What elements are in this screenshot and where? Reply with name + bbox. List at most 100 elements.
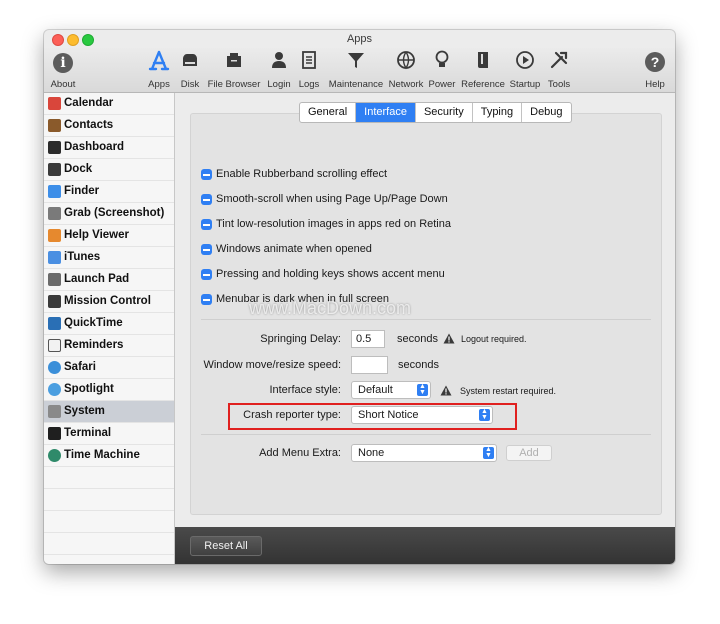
toolbar-reference[interactable]: Reference [460,50,506,90]
toolbar-file-browser[interactable]: File Browser [206,50,262,90]
sidebar-item-time-machine[interactable]: Time Machine [44,445,174,467]
sidebar-item-label: Launch Pad [64,273,130,285]
sidebar-item-reminders[interactable]: Reminders [44,335,174,357]
toolbar-network[interactable]: Network [387,50,425,90]
window-speed-field[interactable] [351,356,388,374]
sidebar-item-itunes[interactable]: iTunes [44,247,174,269]
sidebar-item-calendar[interactable]: Calendar [44,93,174,115]
lightbulb-icon [428,50,456,74]
sidebar-item-label: Safari [64,361,96,373]
toolbar-label: About [50,79,76,90]
toolbar-about[interactable]: i About [49,50,77,90]
sidebar-empty-row [44,489,174,511]
sidebar-item-label: Calendar [64,97,114,109]
system-icon [48,405,61,418]
sidebar-item-help-viewer[interactable]: Help Viewer [44,225,174,247]
checkbox-label: Enable Rubberband scrolling effect [216,168,388,180]
title-bar: Apps [44,30,675,48]
toolbar-startup[interactable]: Startup [508,50,542,90]
sidebar-item-mission-control[interactable]: Mission Control [44,291,174,313]
sidebar-item-dashboard[interactable]: Dashboard [44,137,174,159]
springing-delay-field[interactable]: 0.5 [351,330,385,348]
footer-bar: Reset All [175,527,675,564]
sidebar-item-label: Time Machine [64,449,140,461]
tab-debug[interactable]: Debug [522,103,570,122]
toolbar-maintenance[interactable]: Maintenance [328,50,384,90]
sidebar-item-label: Terminal [64,427,112,439]
terminal-icon [48,427,61,440]
sidebar-item-grab[interactable]: Grab (Screenshot) [44,203,174,225]
toolbar-help[interactable]: ? Help [642,50,668,90]
tab-bar: General Interface Security Typing Debug [299,102,572,123]
divider [201,434,651,435]
chevron-updown-icon: ▲ ▼ [483,446,494,459]
itunes-icon [48,251,61,264]
app-store-icon [144,50,174,74]
toolbar-power[interactable]: Power [428,50,456,90]
sidebar-item-label: Finder [64,185,100,197]
sidebar-item-label: QuickTime [64,317,123,329]
checkbox-mixed[interactable] [201,244,212,255]
grab-icon [48,207,61,220]
network-icon [387,50,425,74]
mission-control-icon [48,295,61,308]
add-menu-extra-button[interactable]: Add [506,445,552,461]
checkbox-label: Smooth-scroll when using Page Up/Page Do… [216,193,448,205]
checkbox-mixed[interactable] [201,269,212,280]
menu-extra-select[interactable]: None ▲ ▼ [351,444,497,462]
sidebar-item-label: Mission Control [64,295,151,307]
reminders-icon [48,339,61,352]
sidebar-item-terminal[interactable]: Terminal [44,423,174,445]
menu-extra-value: None [358,447,385,459]
sidebar-item-dock[interactable]: Dock [44,159,174,181]
sidebar-item-contacts[interactable]: Contacts [44,115,174,137]
crash-reporter-select[interactable]: Short Notice ▲ ▼ [351,406,493,424]
tab-typing[interactable]: Typing [473,103,523,122]
sidebar-item-label: Dock [64,163,93,175]
window-title: Apps [346,33,373,45]
toolbar-login[interactable]: Login [266,50,292,90]
checkbox-mixed[interactable] [201,194,212,205]
checkbox-label: Tint low-resolution images in apps red o… [216,218,451,230]
user-icon [266,50,292,74]
sidebar-empty-row [44,511,174,533]
crash-reporter-value: Short Notice [358,409,419,421]
menu-extra-label: Add Menu Extra: [259,447,341,459]
toolbar-tools[interactable]: Tools [546,50,572,90]
springing-delay-unit: seconds [397,333,438,345]
file-cabinet-icon [206,50,262,74]
reset-all-button[interactable]: Reset All [190,536,262,556]
book-icon [460,50,506,74]
sidebar-item-label: System [64,405,105,417]
toolbar-label: Help [645,79,665,90]
toolbar-label: File Browser [207,79,261,90]
contacts-icon [48,119,61,132]
quicktime-icon [48,317,61,330]
spotlight-icon [48,383,61,396]
toolbar-apps[interactable]: Apps [144,50,174,90]
sidebar-item-system[interactable]: System [44,401,174,423]
checkbox-mixed[interactable] [201,294,212,305]
sidebar-item-launch-pad[interactable]: Launch Pad [44,269,174,291]
checkbox-mixed[interactable] [201,169,212,180]
interface-style-label: Interface style: [269,384,341,396]
info-icon: i [49,50,77,74]
app-window: Apps i About Apps Disk File Browser Logi… [44,30,675,564]
sidebar-item-spotlight[interactable]: Spotlight [44,379,174,401]
tab-security[interactable]: Security [416,103,473,122]
interface-style-select[interactable]: Default ▲ ▼ [351,381,431,399]
sidebar-item-quicktime[interactable]: QuickTime [44,313,174,335]
tab-interface[interactable]: Interface [356,103,416,122]
toolbar-label: Maintenance [328,79,384,90]
help-viewer-icon [48,229,61,242]
checkbox-label: Windows animate when opened [216,243,372,255]
disk-icon [178,50,202,74]
checkbox-mixed[interactable] [201,219,212,230]
sidebar-item-safari[interactable]: Safari [44,357,174,379]
toolbar-logs[interactable]: Logs [297,50,321,90]
toolbar-disk[interactable]: Disk [178,50,202,90]
chevron-updown-icon: ▲ ▼ [479,408,490,421]
sidebar-item-finder[interactable]: Finder [44,181,174,203]
tab-general[interactable]: General [300,103,357,122]
time-machine-icon [48,449,61,462]
